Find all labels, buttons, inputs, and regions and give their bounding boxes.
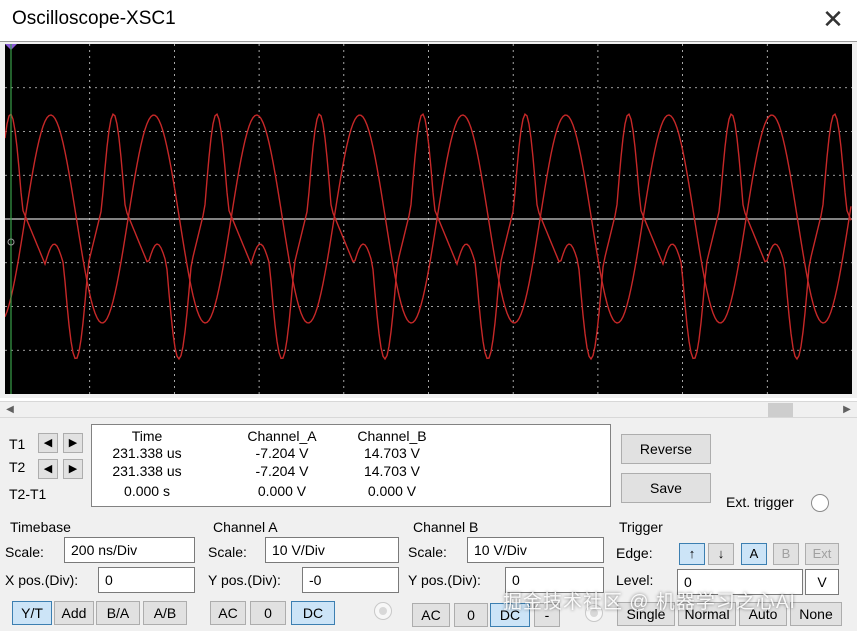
channel-a-dc-button[interactable]: DC bbox=[291, 601, 335, 625]
trigger-source-b-button[interactable]: B bbox=[773, 543, 799, 565]
channel-a-scale-label: Scale: bbox=[208, 544, 247, 560]
trigger-edge-label: Edge: bbox=[616, 545, 653, 561]
channel-b-ac-button[interactable]: AC bbox=[412, 603, 450, 627]
cursor-t2-label: T2 bbox=[9, 459, 26, 475]
window-title: Oscilloscope-XSC1 bbox=[12, 8, 176, 29]
channel-b-ypos-label: Y pos.(Div): bbox=[408, 572, 481, 588]
reverse-button[interactable]: Reverse bbox=[621, 434, 711, 464]
channel-b-trace bbox=[5, 113, 852, 361]
mode-add-button[interactable]: Add bbox=[54, 601, 94, 625]
ext-trigger-label: Ext. trigger bbox=[726, 494, 794, 510]
scroll-right-icon[interactable]: ▶ bbox=[839, 402, 855, 418]
trigger-source-a-button[interactable]: A bbox=[741, 543, 767, 565]
channel-b-title: Channel B bbox=[413, 519, 479, 535]
scroll-left-icon[interactable]: ◀ bbox=[2, 402, 18, 418]
rising-edge-icon[interactable]: ↑ bbox=[679, 543, 705, 565]
falling-edge-icon[interactable]: ↓ bbox=[708, 543, 734, 565]
channel-a-terminal[interactable] bbox=[374, 602, 392, 620]
t2-left-arrow-icon[interactable]: ◀ bbox=[38, 459, 58, 479]
readout-header-time: Time bbox=[131, 428, 163, 444]
channel-a-zero-button[interactable]: 0 bbox=[250, 601, 286, 625]
timebase-xpos-field[interactable]: 0 bbox=[98, 567, 195, 593]
t2-right-arrow-icon[interactable]: ▶ bbox=[63, 459, 83, 479]
close-icon[interactable]: ✕ bbox=[818, 4, 848, 34]
save-button[interactable]: Save bbox=[621, 473, 711, 503]
trigger-level-unit-select[interactable]: V bbox=[805, 569, 839, 595]
oscilloscope-screen bbox=[5, 44, 852, 394]
trigger-level-label: Level: bbox=[616, 572, 654, 588]
readout-header-channel-a: Channel_A bbox=[247, 428, 317, 444]
readout-t2t1-channel-b: 0.000 V bbox=[367, 483, 417, 499]
mode-ba-button[interactable]: B/A bbox=[96, 601, 140, 625]
timebase-title: Timebase bbox=[10, 519, 71, 535]
readout-t1-time: 231.338 us bbox=[112, 445, 182, 461]
channel-a-title: Channel A bbox=[213, 519, 278, 535]
channel-a-scale-field[interactable]: 10 V/Div bbox=[265, 537, 399, 563]
readout-t1-channel-a: -7.204 V bbox=[255, 445, 309, 461]
cursor-t2t1-label: T2-T1 bbox=[9, 486, 47, 502]
channel-b-zero-button[interactable]: 0 bbox=[454, 603, 488, 627]
t1-right-arrow-icon[interactable]: ▶ bbox=[63, 433, 83, 453]
timebase-scale-field[interactable]: 200 ns/Div bbox=[64, 537, 195, 563]
t1-left-arrow-icon[interactable]: ◀ bbox=[38, 433, 58, 453]
measurement-readout: Time Channel_A Channel_B 231.338 us -7.2… bbox=[91, 424, 611, 507]
waveform-display bbox=[5, 44, 852, 394]
readout-t2-time: 231.338 us bbox=[112, 463, 182, 479]
readout-t2t1-time: 0.000 s bbox=[124, 483, 170, 499]
trigger-source-ext-button[interactable]: Ext bbox=[805, 543, 839, 565]
channel-b-scale-field[interactable]: 10 V/Div bbox=[467, 537, 604, 563]
mode-ab-button[interactable]: A/B bbox=[143, 601, 187, 625]
mode-yt-button[interactable]: Y/T bbox=[12, 601, 52, 625]
timebase-scale-label: Scale: bbox=[5, 544, 44, 560]
trigger-title: Trigger bbox=[619, 519, 663, 535]
timebase-xpos-label: X pos.(Div): bbox=[5, 572, 79, 588]
watermark-text: 掘金技术社区 @ 机器学习之心AI bbox=[503, 592, 796, 613]
trigger-none-button[interactable]: None bbox=[790, 602, 842, 626]
readout-t2-channel-b: 14.703 V bbox=[363, 463, 421, 479]
horizontal-scrollbar[interactable]: ◀ ▶ bbox=[0, 401, 857, 418]
channel-a-ypos-field[interactable]: -0 bbox=[302, 567, 399, 593]
ext-trigger-terminal[interactable] bbox=[811, 494, 829, 512]
readout-t1-channel-b: 14.703 V bbox=[363, 445, 421, 461]
readout-t2-channel-a: -7.204 V bbox=[255, 463, 309, 479]
readout-header-channel-b: Channel_B bbox=[357, 428, 427, 444]
cursor-t1-label: T1 bbox=[9, 436, 26, 452]
scroll-thumb[interactable] bbox=[768, 403, 793, 417]
channel-b-scale-label: Scale: bbox=[408, 544, 447, 560]
channel-a-ac-button[interactable]: AC bbox=[210, 601, 246, 625]
readout-t2t1-channel-a: 0.000 V bbox=[257, 483, 307, 499]
channel-a-ypos-label: Y pos.(Div): bbox=[208, 572, 281, 588]
